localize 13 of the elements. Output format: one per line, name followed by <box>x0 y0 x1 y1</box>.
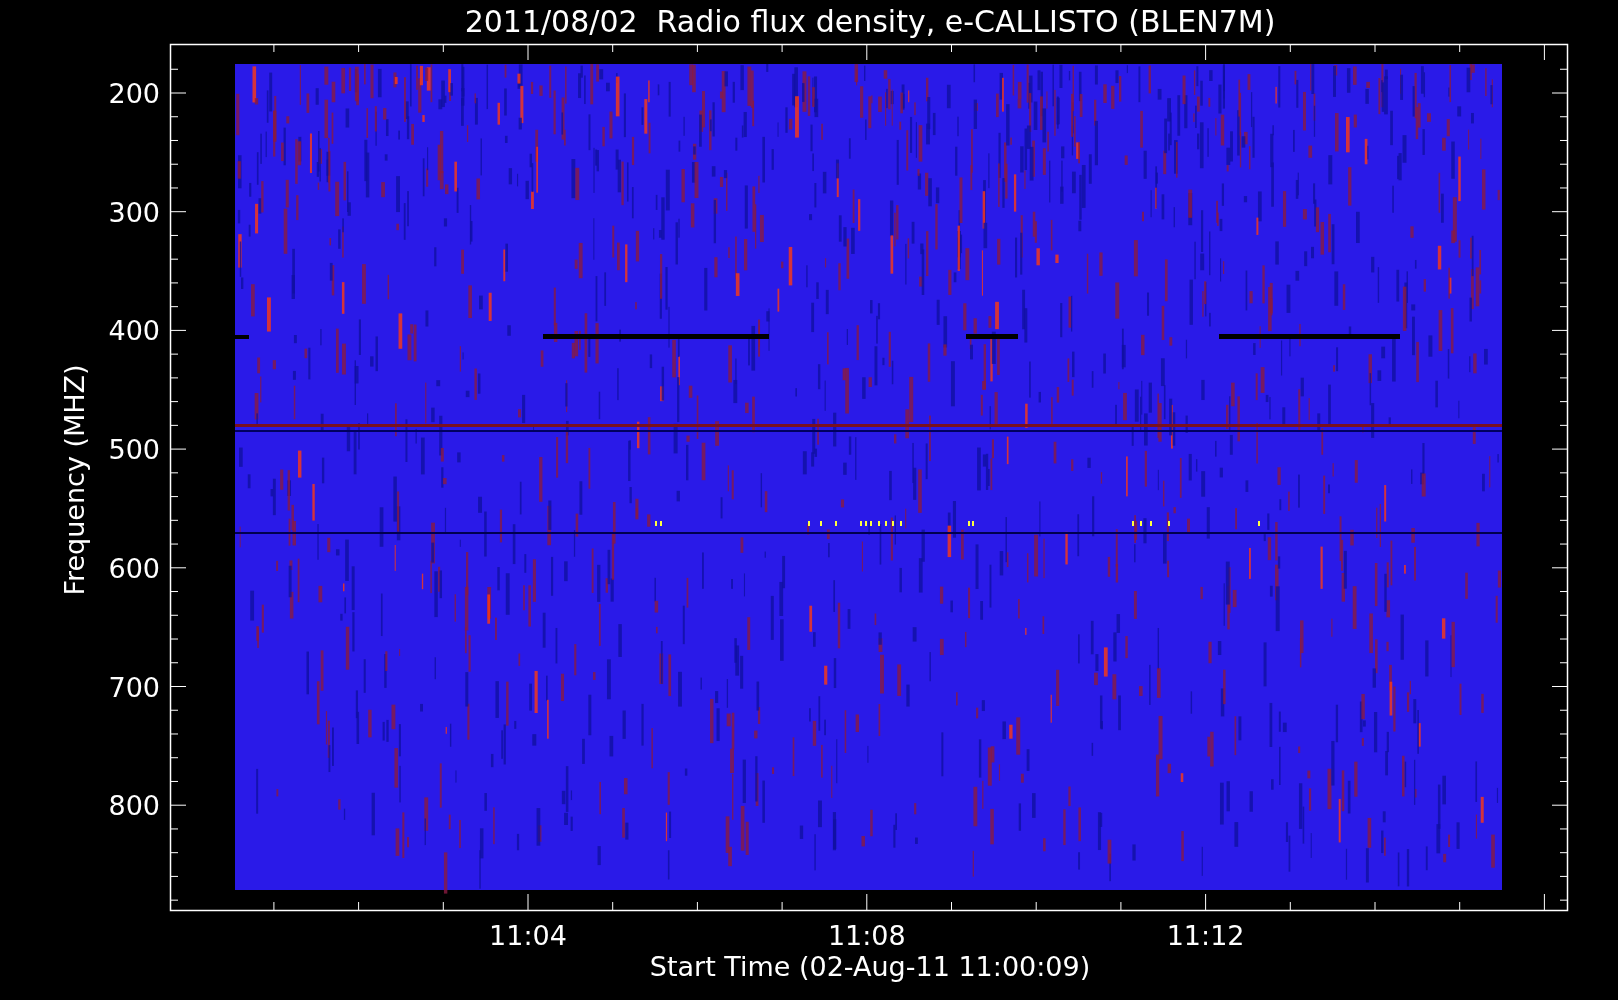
y-axis-label: Frequency (MHZ) <box>59 364 90 596</box>
y-tick-label: 400 <box>108 315 160 347</box>
y-tick-label: 300 <box>108 196 160 228</box>
x-tick-label: 11:04 <box>489 920 567 951</box>
y-tick-label: 500 <box>108 434 160 466</box>
y-tick-label: 600 <box>108 552 160 584</box>
x-tick-label: 11:08 <box>827 920 906 951</box>
y-tick-label: 800 <box>108 790 160 822</box>
x-axis-label: Start Time (02-Aug-11 11:00:09) <box>649 951 1091 982</box>
plot-title: 2011/08/02 Radio flux density, e-CALLISTO (BLEN7M) <box>464 4 1276 39</box>
y-tick-label: 700 <box>108 671 160 703</box>
y-tick-label: 200 <box>108 78 160 109</box>
x-tick-label: 11:12 <box>1166 920 1245 951</box>
